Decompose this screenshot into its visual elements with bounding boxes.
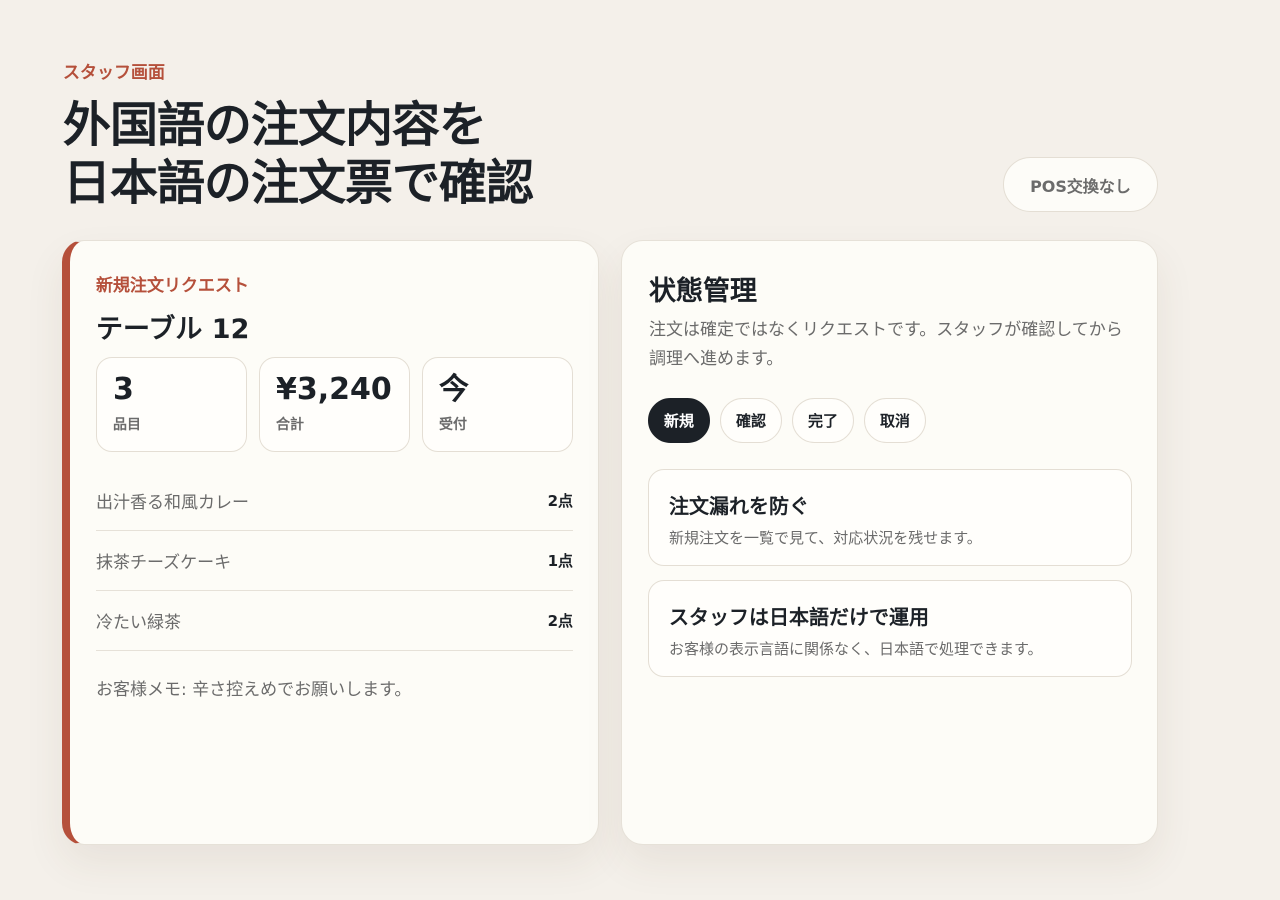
- status-cancel-button[interactable]: 取消: [864, 398, 927, 443]
- feature-title: スタッフは日本語だけで運用: [669, 605, 929, 629]
- stat-label: 受付: [439, 417, 467, 433]
- stat-value: 今: [439, 372, 469, 407]
- feature-description: お客様の表示言語に関係なく、日本語で処理できます。: [669, 640, 1043, 658]
- eyebrow-label: スタッフ画面: [63, 63, 165, 83]
- page-title-line-2: 日本語の注文票で確認: [63, 155, 534, 211]
- item-name: 出汁香る和風カレー: [96, 493, 249, 513]
- page-title-line-1: 外国語の注文内容を: [63, 97, 487, 153]
- status-card: 状態管理 注文は確定ではなくリクエストです。スタッフが確認してから調理へ進めます…: [621, 240, 1158, 845]
- status-new-button[interactable]: 新規: [648, 398, 711, 443]
- status-confirm-button[interactable]: 確認: [720, 398, 783, 443]
- list-item: 冷たい緑茶 2点: [96, 590, 573, 651]
- order-request-label: 新規注文リクエスト: [96, 276, 249, 296]
- item-quantity: 1点: [547, 551, 573, 570]
- item-quantity: 2点: [547, 611, 573, 630]
- feature-card-prevent-missing: 注文漏れを防ぐ 新規注文を一覧で見て、対応状況を残せます。: [648, 469, 1132, 566]
- stat-total: ¥3,240 合計: [259, 357, 410, 452]
- status-description: 注文は確定ではなくリクエストです。スタッフが確認してから調理へ進めます。: [649, 320, 1123, 369]
- stat-received: 今 受付: [422, 357, 573, 452]
- stat-value: ¥3,240: [276, 372, 392, 407]
- order-card: 新規注文リクエスト テーブル 12 3 品目 ¥3,240 合計 今 受付 出汁…: [62, 240, 599, 845]
- table-name: テーブル 12: [96, 314, 250, 345]
- list-item: 出汁香る和風カレー 2点: [96, 471, 573, 531]
- stat-label: 品目: [113, 417, 141, 433]
- status-complete-button[interactable]: 完了: [792, 398, 855, 443]
- list-item: 抹茶チーズケーキ 1点: [96, 530, 573, 591]
- item-quantity: 2点: [547, 492, 573, 510]
- customer-memo: お客様メモ: 辛さ控えめでお願いします。: [96, 680, 412, 700]
- order-items: 出汁香る和風カレー 2点 抹茶チーズケーキ 1点 冷たい緑茶 2点: [96, 471, 573, 651]
- order-stats: 3 品目 ¥3,240 合計 今 受付: [96, 357, 573, 452]
- stat-label: 合計: [276, 417, 304, 433]
- stat-value: 3: [113, 372, 134, 407]
- pos-badge: POS交換なし: [1003, 157, 1158, 212]
- item-name: 抹茶チーズケーキ: [96, 552, 232, 573]
- feature-description: 新規注文を一覧で見て、対応状況を残せます。: [669, 529, 982, 547]
- status-buttons: 新規 確認 完了 取消: [648, 398, 927, 443]
- item-name: 冷たい緑茶: [96, 612, 181, 633]
- page-title: 外国語の注文内容を 日本語の注文票で確認: [63, 96, 534, 212]
- feature-card-japanese-only: スタッフは日本語だけで運用 お客様の表示言語に関係なく、日本語で処理できます。: [648, 580, 1132, 677]
- stat-item-count: 3 品目: [96, 357, 247, 452]
- status-title: 状態管理: [649, 276, 757, 307]
- feature-title: 注文漏れを防ぐ: [669, 494, 809, 518]
